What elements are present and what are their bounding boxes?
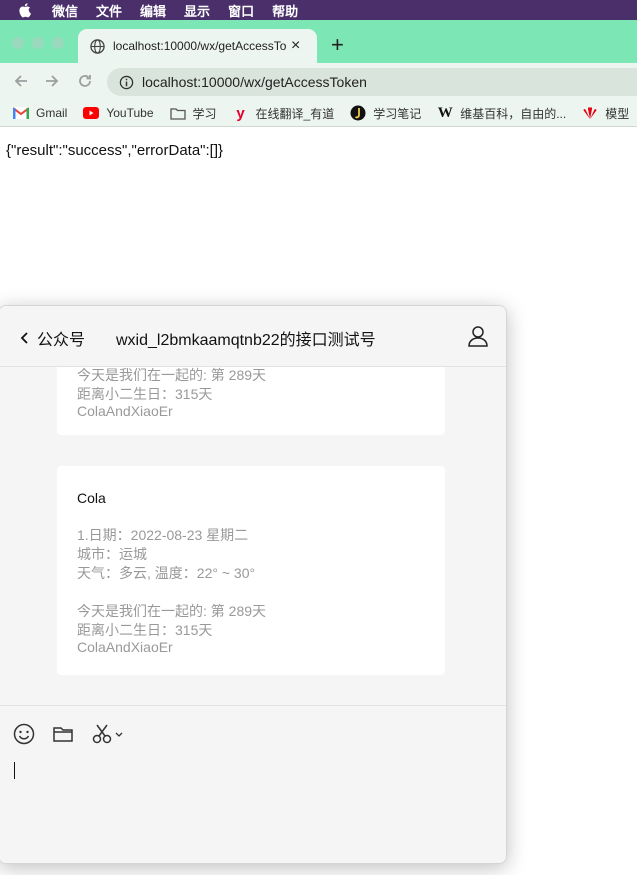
message-line: ColaAndXiaoEr <box>77 639 173 655</box>
message-line: 距离小二生日：315天 <box>77 386 213 402</box>
scissors-icon[interactable] <box>92 723 124 745</box>
bookmark-youdao[interactable]: y 在线翻译_有道 <box>233 104 335 122</box>
message-card: 今天是我们在一起的: 第 289天 距离小二生日：315天 ColaAndXia… <box>57 367 445 435</box>
reload-icon[interactable] <box>75 71 95 91</box>
notes-icon <box>350 105 366 121</box>
chevron-left-icon <box>20 332 28 344</box>
folder-icon[interactable] <box>52 723 74 745</box>
bookmark-wikipedia[interactable]: W 维基百科，自由的... <box>437 104 567 122</box>
user-profile-icon[interactable] <box>467 325 489 347</box>
window-close-dot[interactable] <box>12 37 24 49</box>
message-title: Cola <box>77 490 106 506</box>
macos-menubar: 微信 文件 编辑 显示 窗口 帮助 <box>0 0 637 20</box>
menu-file[interactable]: 文件 <box>96 1 122 20</box>
back-to-official-accounts[interactable]: 公众号 <box>19 326 85 350</box>
bookmark-label: 学习笔记 <box>373 106 422 121</box>
browser-toolbar: localhost:10000/wx/getAccessToken <box>0 63 637 100</box>
back-label: 公众号 <box>37 332 86 349</box>
message-composer[interactable] <box>0 705 506 863</box>
window-zoom-dot[interactable] <box>52 37 64 49</box>
message-line: ColaAndXiaoEr <box>77 403 173 419</box>
bookmark-label: 在线翻译_有道 <box>255 106 335 121</box>
message-line: 天气：多云, 温度：22° ~ 30° <box>77 565 256 581</box>
bookmark-label: YouTube <box>106 106 154 120</box>
new-tab-button[interactable]: + <box>331 34 344 56</box>
youtube-icon <box>83 105 100 121</box>
info-icon[interactable] <box>118 74 134 90</box>
menu-edit[interactable]: 编辑 <box>140 1 166 20</box>
chat-title: wxid_l2bmkaamqtnb22的接口测试号 <box>116 332 376 349</box>
bookmark-notes[interactable]: 学习笔记 <box>350 105 421 122</box>
gmail-icon <box>13 105 29 121</box>
chat-header: 公众号 wxid_l2bmkaamqtnb22的接口测试号 <box>0 306 506 367</box>
message-line: 今天是我们在一起的: 第 289天 <box>77 603 267 619</box>
wechat-chat-window: 公众号 wxid_l2bmkaamqtnb22的接口测试号 今天是我们在一起的:… <box>0 305 507 864</box>
address-bar[interactable]: localhost:10000/wx/getAccessToken <box>107 68 637 96</box>
huawei-icon <box>582 105 598 121</box>
emoji-icon[interactable] <box>13 723 35 745</box>
bookmark-label: Gmail <box>36 106 68 120</box>
menu-wechat[interactable]: 微信 <box>52 1 78 20</box>
bookmarks-bar: Gmail YouTube 学习 y 在线翻译_有道 学习笔记 W 维基百科，自… <box>0 100 637 127</box>
tab-close-icon[interactable]: × <box>291 38 300 54</box>
bookmark-label: 维基百科，自由的... <box>460 106 567 121</box>
message-line: 1.日期：2022-08-23 星期二 <box>77 527 249 543</box>
bookmark-gmail[interactable]: Gmail <box>13 105 67 121</box>
folder-icon <box>169 105 186 121</box>
bookmark-folder-study[interactable]: 学习 <box>169 105 217 122</box>
forward-arrow-icon[interactable] <box>42 71 62 91</box>
text-cursor <box>14 762 15 779</box>
bookmark-youtube[interactable]: YouTube <box>83 105 154 121</box>
message-list[interactable]: 今天是我们在一起的: 第 289天 距离小二生日：315天 ColaAndXia… <box>0 367 506 705</box>
youdao-icon: y <box>236 104 245 122</box>
message-card: Cola 1.日期：2022-08-23 星期二 城市：运城 天气：多云, 温度… <box>57 466 445 675</box>
url-text[interactable]: localhost:10000/wx/getAccessToken <box>142 74 367 90</box>
window-minimize-dot[interactable] <box>32 37 44 49</box>
globe-icon <box>89 38 105 54</box>
message-line: 今天是我们在一起的: 第 289天 <box>77 367 267 383</box>
back-arrow-icon[interactable] <box>11 71 31 91</box>
bookmark-model[interactable]: 模型 <box>582 105 629 122</box>
bookmark-label: 模型 <box>605 106 630 121</box>
menu-view[interactable]: 显示 <box>184 1 210 20</box>
browser-tabstrip: localhost:10000/wx/getAccessToken × + <box>0 20 637 63</box>
bookmark-label: 学习 <box>192 106 217 121</box>
message-line: 距离小二生日：315天 <box>77 622 213 638</box>
tab-active[interactable]: localhost:10000/wx/getAccessToken × <box>78 29 317 63</box>
apple-icon[interactable] <box>18 2 34 18</box>
menu-help[interactable]: 帮助 <box>272 1 298 20</box>
wikipedia-icon: W <box>437 104 453 121</box>
json-response-text: {"result":"success","errorData":[]} <box>6 142 224 159</box>
menu-window[interactable]: 窗口 <box>228 1 254 20</box>
tab-title: localhost:10000/wx/getAccessToken <box>113 39 287 53</box>
message-line: 城市：运城 <box>77 546 147 562</box>
